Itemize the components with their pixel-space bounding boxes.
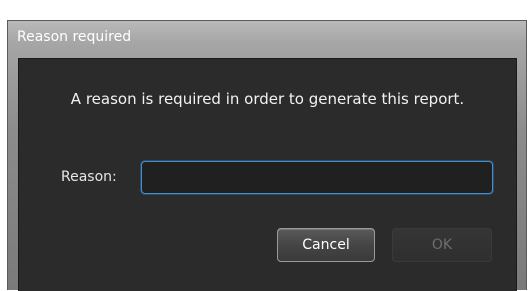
cancel-button[interactable]: Cancel (277, 228, 375, 262)
reason-label: Reason: (61, 169, 117, 185)
reason-required-dialog: Reason required A reason is required in … (7, 20, 527, 291)
dialog-title: Reason required (17, 29, 132, 45)
ok-button[interactable]: OK (392, 228, 492, 262)
dialog-message: A reason is required in order to generat… (70, 90, 465, 108)
dialog-titlebar[interactable]: Reason required (8, 21, 526, 55)
dialog-content: A reason is required in order to generat… (18, 58, 517, 291)
reason-input[interactable] (141, 161, 493, 194)
